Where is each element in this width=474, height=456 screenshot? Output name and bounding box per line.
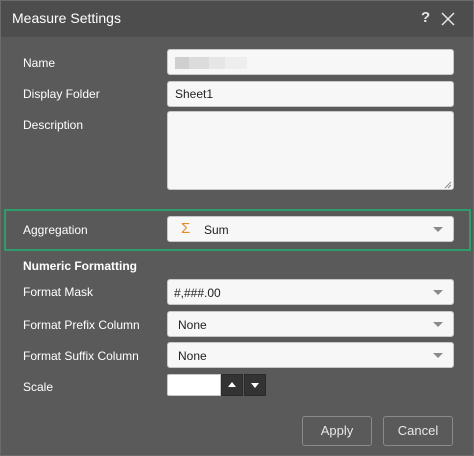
redacted-name-block [175, 57, 189, 69]
format-mask-value: #,###.00 [174, 286, 221, 300]
format-suffix-dropdown[interactable]: None [167, 342, 454, 368]
description-label: Description [23, 118, 84, 132]
format-prefix-value: None [178, 318, 207, 332]
display-folder-field[interactable]: Sheet1 [167, 81, 454, 107]
numeric-formatting-title: Numeric Formatting [23, 259, 138, 273]
chevron-down-icon [433, 322, 443, 327]
format-mask-dropdown[interactable]: #,###.00 [167, 279, 454, 305]
chevron-down-icon [433, 290, 443, 295]
display-folder-label: Display Folder [23, 87, 100, 101]
cancel-button[interactable]: Cancel [383, 416, 453, 446]
help-icon[interactable]: ? [421, 9, 430, 26]
resize-grip-icon[interactable] [444, 181, 452, 189]
format-prefix-dropdown[interactable]: None [167, 311, 454, 337]
aggregation-label: Aggregation [23, 223, 88, 237]
dialog-title: Measure Settings [12, 10, 121, 26]
measure-settings-dialog: Measure Settings ? Name Display Folder S… [0, 0, 474, 456]
redacted-name-block [225, 57, 247, 69]
arrow-down-icon [251, 383, 259, 388]
apply-button[interactable]: Apply [302, 416, 372, 446]
aggregation-value: Sum [204, 223, 229, 237]
format-prefix-label: Format Prefix Column [23, 318, 140, 332]
scale-increment-button[interactable] [221, 374, 243, 396]
aggregation-dropdown[interactable]: Σ Sum [167, 216, 454, 242]
redacted-name-block [189, 57, 209, 69]
chevron-down-icon [433, 227, 443, 232]
arrow-up-icon [228, 382, 236, 387]
scale-decrement-button[interactable] [244, 374, 266, 396]
name-label: Name [23, 56, 56, 70]
chevron-down-icon [433, 353, 443, 358]
format-suffix-label: Format Suffix Column [23, 349, 139, 363]
scale-label: Scale [23, 380, 54, 394]
dialog-titlebar: Measure Settings ? [1, 1, 473, 37]
name-field[interactable] [167, 49, 454, 75]
close-icon[interactable] [439, 10, 457, 28]
format-mask-label: Format Mask [23, 285, 94, 299]
scale-input[interactable] [167, 374, 221, 396]
description-field[interactable] [167, 111, 454, 190]
format-suffix-value: None [178, 349, 207, 363]
sigma-icon: Σ [181, 220, 191, 237]
redacted-name-block [209, 57, 225, 69]
